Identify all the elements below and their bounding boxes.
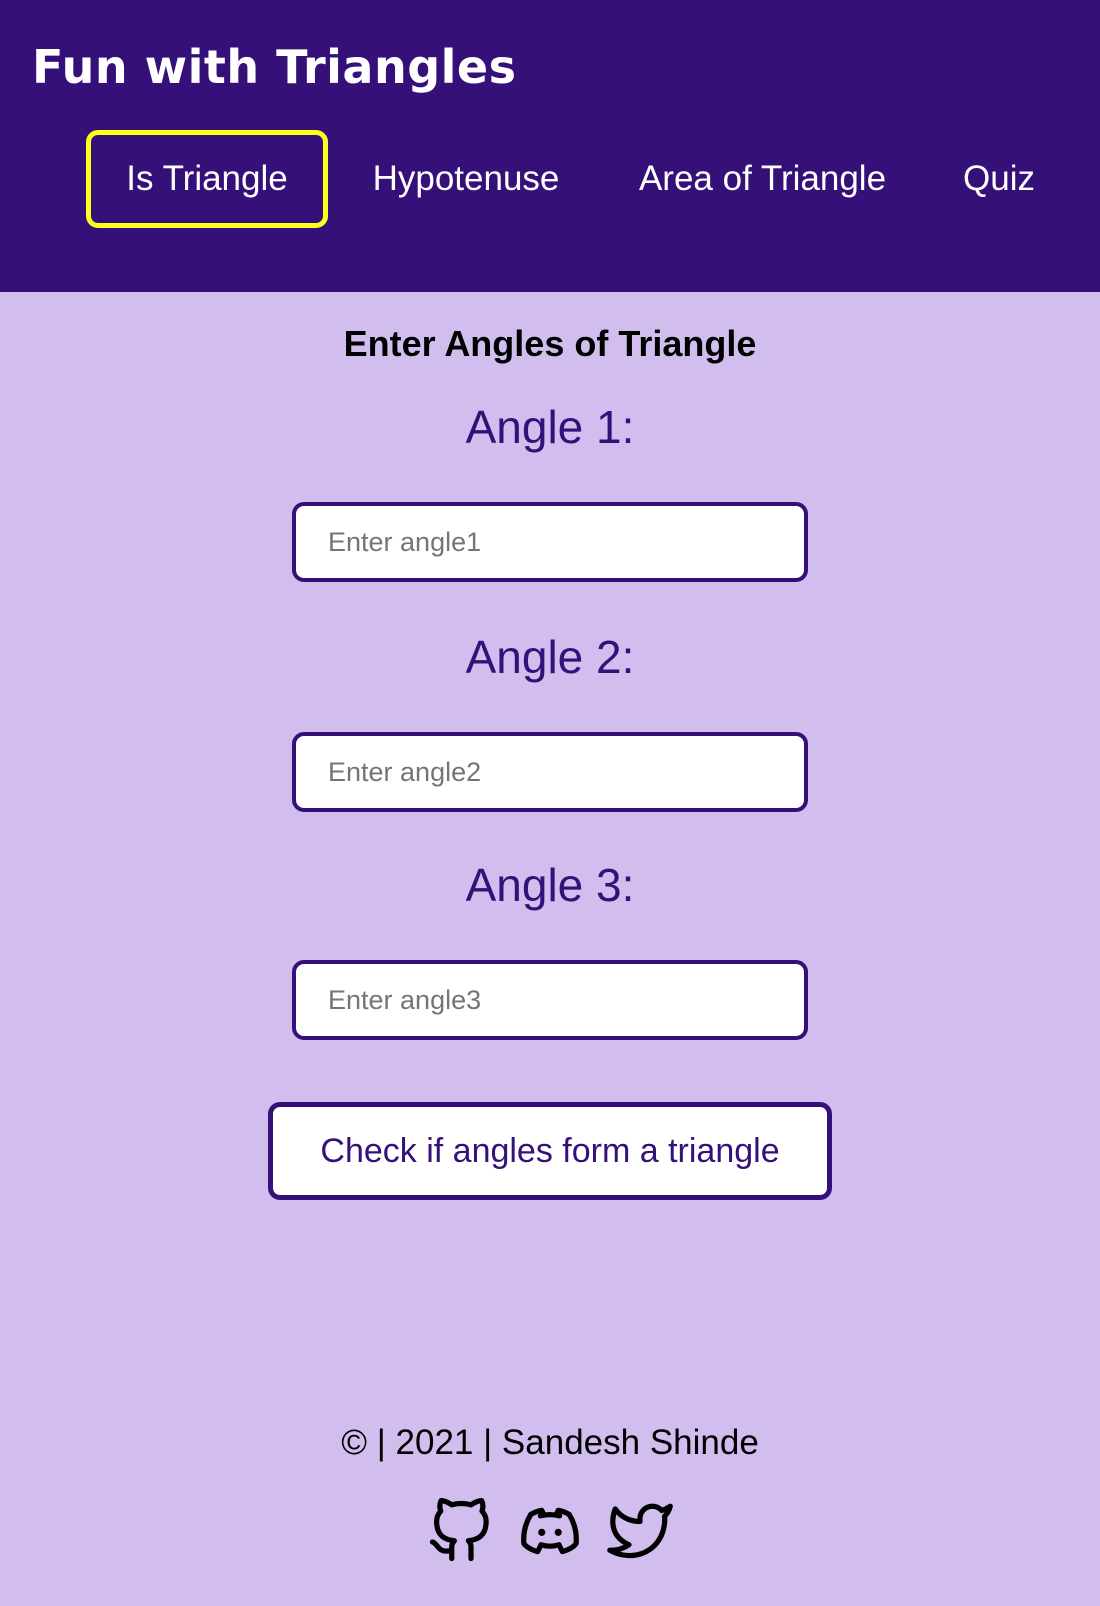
nav-link-hypotenuse[interactable]: Hypotenuse (360, 130, 572, 228)
social-links (0, 1496, 1100, 1566)
nav-link-area-of-triangle[interactable]: Area of Triangle (625, 130, 900, 228)
angle1-label: Angle 1: (465, 401, 635, 453)
discord-icon[interactable] (517, 1496, 583, 1566)
github-icon[interactable] (427, 1496, 493, 1566)
angle3-label: Angle 3: (465, 859, 635, 911)
section-heading: Enter Angles of Triangle (343, 323, 757, 364)
check-triangle-button[interactable]: Check if angles form a triangle (268, 1102, 832, 1200)
app-title: Fun with Triangles (32, 40, 517, 94)
angle2-label: Angle 2: (465, 631, 635, 683)
main-nav: Is Triangle Hypotenuse Area of Triangle … (0, 130, 1100, 228)
angle1-input[interactable] (292, 502, 808, 582)
nav-link-is-triangle[interactable]: Is Triangle (86, 130, 328, 228)
twitter-icon[interactable] (607, 1496, 673, 1566)
footer-copyright: © | 2021 | Sandesh Shinde (341, 1423, 759, 1462)
angle3-input[interactable] (292, 960, 808, 1040)
app-header: Fun with Triangles Is Triangle Hypotenus… (0, 0, 1100, 292)
nav-link-quiz[interactable]: Quiz (954, 130, 1044, 228)
angle2-input[interactable] (292, 732, 808, 812)
